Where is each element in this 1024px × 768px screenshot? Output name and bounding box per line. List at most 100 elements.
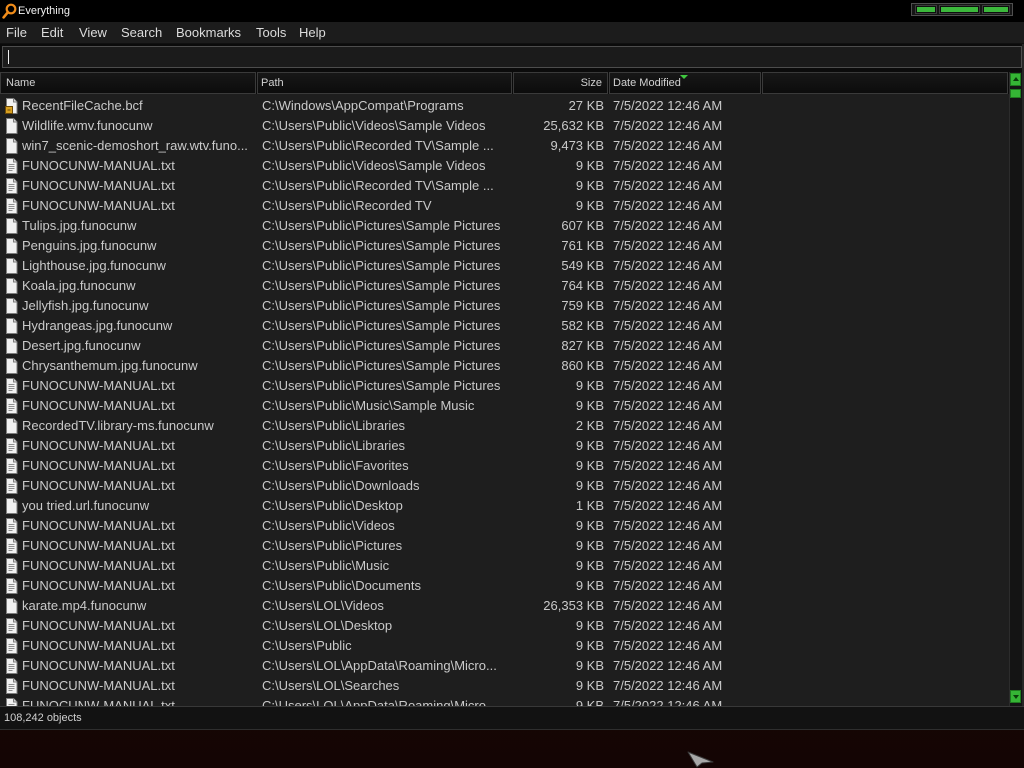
cell-size: 607 KB <box>561 218 604 233</box>
scroll-down-button[interactable] <box>1010 690 1021 703</box>
close-button[interactable] <box>982 5 1010 14</box>
table-row[interactable]: Chrysanthemum.jpg.funocunw C:\Users\Publi… <box>0 356 1009 376</box>
text-file-icon <box>5 478 19 494</box>
text-file-icon <box>5 198 19 214</box>
cell-size: 9 KB <box>575 178 604 193</box>
column-header-name[interactable]: Name <box>0 72 256 94</box>
cell-name: FUNOCUNW-MANUAL.txt <box>22 698 175 706</box>
table-row[interactable]: Tulips.jpg.funocunw C:\Users\Public\Pictu… <box>0 216 1009 236</box>
table-row[interactable]: Lighthouse.jpg.funocunw C:\Users\Public\P… <box>0 256 1009 276</box>
table-row[interactable]: Koala.jpg.funocunw C:\Users\Public\Pictur… <box>0 276 1009 296</box>
text-caret <box>8 50 9 64</box>
table-row[interactable]: karate.mp4.funocunw C:\Users\LOL\Videos 26… <box>0 596 1009 616</box>
text-file-icon <box>5 618 19 634</box>
scroll-up-arrow-icon <box>1013 77 1019 81</box>
text-file-icon <box>5 178 19 194</box>
cell-name: FUNOCUNW-MANUAL.txt <box>22 198 175 213</box>
menu-bookmarks[interactable]: Bookmarks <box>171 22 246 43</box>
table-row[interactable]: FUNOCUNW-MANUAL.txt C:\Users\Public\Music… <box>0 556 1009 576</box>
table-row[interactable]: FUNOCUNW-MANUAL.txt C:\Users\Public\Favor… <box>0 456 1009 476</box>
cell-size: 9 KB <box>575 518 604 533</box>
table-row[interactable]: FUNOCUNW-MANUAL.txt C:\Users\LOL\Desktop 9… <box>0 616 1009 636</box>
cell-date-modified: 7/5/2022 12:46 AM <box>613 258 723 273</box>
cell-size: 9 KB <box>575 478 604 493</box>
text-file-icon <box>5 658 19 674</box>
cell-size: 582 KB <box>561 318 604 333</box>
table-row[interactable]: win7_scenic-demoshort_raw.wtv.funo... C:\… <box>0 136 1009 156</box>
table-row[interactable]: FUNOCUNW-MANUAL.txt C:\Users\Public\Video… <box>0 156 1009 176</box>
cell-date-modified: 7/5/2022 12:46 AM <box>613 158 723 173</box>
vertical-scrollbar[interactable] <box>1009 72 1022 706</box>
maximize-button[interactable] <box>939 5 980 14</box>
file-icon <box>5 318 19 334</box>
table-row[interactable]: FUNOCUNW-MANUAL.txt C:\Users\Public\Recor… <box>0 176 1009 196</box>
table-row[interactable]: FUNOCUNW-MANUAL.txt C:\Users\Public\Docum… <box>0 576 1009 596</box>
cell-name: FUNOCUNW-MANUAL.txt <box>22 478 175 493</box>
table-row[interactable]: RecentFileCache.bcf C:\Windows\AppCompat\… <box>0 96 1009 116</box>
table-row[interactable]: RecordedTV.library-ms.funocunw C:\Users\P… <box>0 416 1009 436</box>
cell-path: C:\Users\Public\Music\Sample Music <box>262 398 475 413</box>
scroll-down-arrow-icon <box>1013 695 1019 699</box>
search-box[interactable] <box>2 46 1022 68</box>
table-row[interactable]: Hydrangeas.jpg.funocunw C:\Users\Public\P… <box>0 316 1009 336</box>
cell-path: C:\Users\Public\Music <box>262 558 390 573</box>
cell-date-modified: 7/5/2022 12:46 AM <box>613 478 723 493</box>
table-row[interactable]: FUNOCUNW-MANUAL.txt C:\Users\LOL\AppData\… <box>0 696 1009 706</box>
search-input[interactable] <box>3 47 1021 67</box>
cell-name: Wildlife.wmv.funocunw <box>22 118 153 133</box>
cell-name: FUNOCUNW-MANUAL.txt <box>22 618 175 633</box>
table-row[interactable]: FUNOCUNW-MANUAL.txt C:\Users\Public\Music… <box>0 396 1009 416</box>
cell-date-modified: 7/5/2022 12:46 AM <box>613 618 723 633</box>
table-row[interactable]: Penguins.jpg.funocunw C:\Users\Public\Pic… <box>0 236 1009 256</box>
scrollbar-thumb[interactable] <box>1010 89 1021 98</box>
table-row[interactable]: Jellyfish.jpg.funocunw C:\Users\Public\Pi… <box>0 296 1009 316</box>
table-row[interactable]: Wildlife.wmv.funocunw C:\Users\Public\Vid… <box>0 116 1009 136</box>
cell-path: C:\Users\LOL\AppData\Roaming\Micro... <box>262 698 497 706</box>
column-header-row: Name Path Size Date Modified <box>0 72 1008 94</box>
cell-size: 549 KB <box>561 258 604 273</box>
cell-name: win7_scenic-demoshort_raw.wtv.funo... <box>22 138 248 153</box>
scroll-up-button[interactable] <box>1010 73 1021 86</box>
cell-date-modified: 7/5/2022 12:46 AM <box>613 338 723 353</box>
cell-name: FUNOCUNW-MANUAL.txt <box>22 558 175 573</box>
cell-path: C:\Users\Public\Favorites <box>262 458 409 473</box>
cell-size: 27 KB <box>568 98 604 113</box>
minimize-button[interactable] <box>915 5 937 14</box>
menu-view[interactable]: View <box>74 22 112 43</box>
cell-size: 9 KB <box>575 558 604 573</box>
table-row[interactable]: FUNOCUNW-MANUAL.txt C:\Users\Public\Libra… <box>0 436 1009 456</box>
cell-size: 1 KB <box>575 498 604 513</box>
cell-size: 9 KB <box>575 638 604 653</box>
table-row[interactable]: FUNOCUNW-MANUAL.txt C:\Users\Public\Pictu… <box>0 376 1009 396</box>
cell-size: 9 KB <box>575 158 604 173</box>
cell-path: C:\Users\Public\Videos <box>262 518 395 533</box>
menu-tools[interactable]: Tools <box>251 22 291 43</box>
menu-file[interactable]: File <box>1 22 32 43</box>
cell-date-modified: 7/5/2022 12:46 AM <box>613 638 723 653</box>
table-row[interactable]: FUNOCUNW-MANUAL.txt C:\Users\Public\Downl… <box>0 476 1009 496</box>
menu-edit[interactable]: Edit <box>36 22 68 43</box>
cell-size: 9,473 KB <box>550 138 605 153</box>
table-row[interactable]: FUNOCUNW-MANUAL.txt C:\Users\LOL\Searches… <box>0 676 1009 696</box>
menu-help[interactable]: Help <box>294 22 331 43</box>
cell-name: FUNOCUNW-MANUAL.txt <box>22 458 175 473</box>
column-header-path[interactable]: Path <box>257 72 512 94</box>
table-row[interactable]: FUNOCUNW-MANUAL.txt C:\Users\Public 9 KB 7/… <box>0 636 1009 656</box>
table-row[interactable]: Desert.jpg.funocunw C:\Users\Public\Pictu… <box>0 336 1009 356</box>
table-row[interactable]: FUNOCUNW-MANUAL.txt C:\Users\LOL\AppData\… <box>0 656 1009 676</box>
cell-path: C:\Users\Public\Recorded TV <box>262 198 432 213</box>
table-row[interactable]: FUNOCUNW-MANUAL.txt C:\Users\Public\Pictu… <box>0 536 1009 556</box>
column-header-size[interactable]: Size <box>513 72 608 94</box>
cell-size: 9 KB <box>575 458 604 473</box>
table-row[interactable]: you tried.url.funocunw C:\Users\Public\De… <box>0 496 1009 516</box>
table-row[interactable]: FUNOCUNW-MANUAL.txt C:\Users\Public\Video… <box>0 516 1009 536</box>
cell-size: 9 KB <box>575 658 604 673</box>
cell-date-modified: 7/5/2022 12:46 AM <box>613 218 723 233</box>
title-bar[interactable]: Everything <box>0 0 1024 22</box>
results-list[interactable]: RecentFileCache.bcf C:\Windows\AppCompat\… <box>0 94 1009 706</box>
column-header-date-modified[interactable]: Date Modified <box>609 72 761 94</box>
file-icon <box>5 338 19 354</box>
cell-path: C:\Users\LOL\Searches <box>262 678 400 693</box>
table-row[interactable]: FUNOCUNW-MANUAL.txt C:\Users\Public\Recor… <box>0 196 1009 216</box>
menu-search[interactable]: Search <box>116 22 167 43</box>
